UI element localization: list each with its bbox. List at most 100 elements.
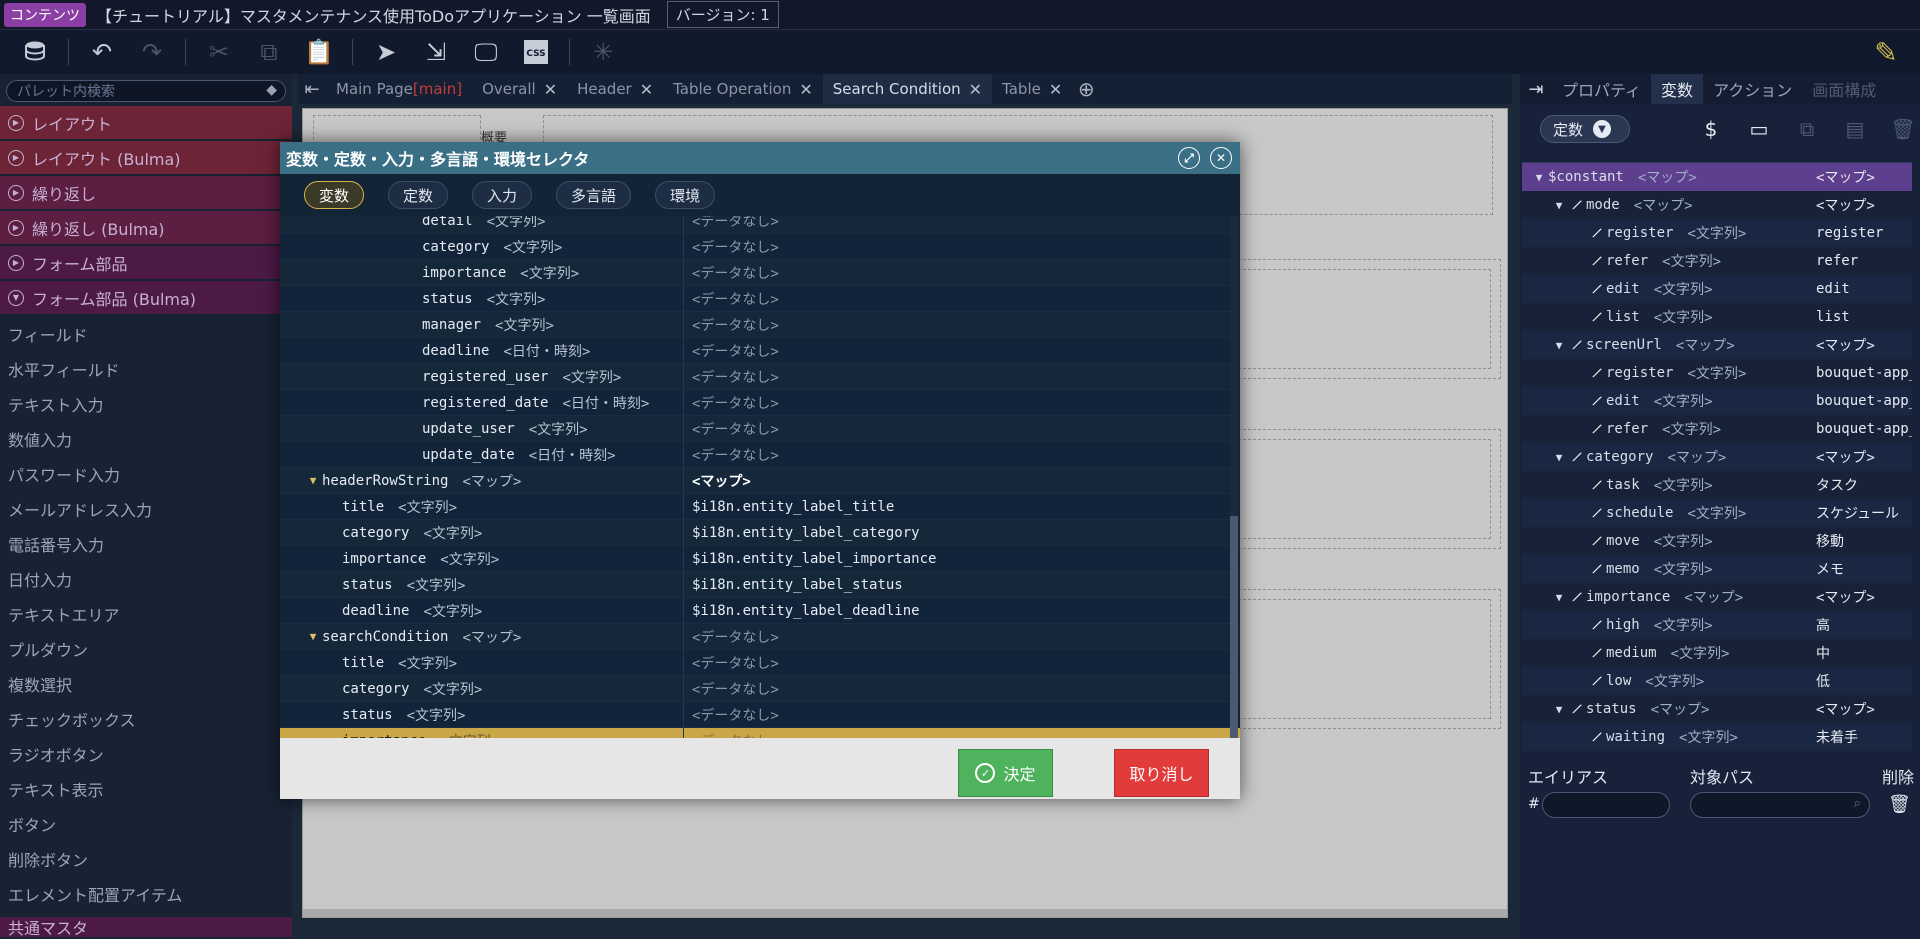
palette-item[interactable]: テキストエリア	[0, 596, 292, 631]
edit-icon[interactable]: /	[1586, 727, 1608, 747]
edit-pencil-icon[interactable]: ✎	[1868, 34, 1904, 70]
palette-item[interactable]: エレメント配置アイテム	[0, 876, 292, 911]
tree-row[interactable]: / medium <文字列> 中	[1522, 639, 1912, 667]
tree-row[interactable]: / memo <文字列> メモ	[1522, 555, 1912, 583]
add-tab-icon[interactable]: ⊕	[1072, 77, 1100, 101]
tree-row[interactable]: ▼ / importance <マップ> <マップ>	[1522, 583, 1912, 611]
dialog-list-row[interactable]: registered_date <日付・時刻> <データなし>	[280, 390, 1240, 416]
dialog-list-row[interactable]: ▼ headerRowString <マップ> <マップ>	[280, 468, 1240, 494]
dialog-tab-constants[interactable]: 定数	[388, 181, 449, 209]
edit-icon[interactable]: /	[1586, 419, 1608, 439]
sparkle-icon[interactable]: ✳	[586, 35, 620, 69]
pointer-icon[interactable]: ➤	[369, 35, 403, 69]
tab-actions[interactable]: アクション	[1703, 74, 1802, 104]
ok-button[interactable]: ✓ 決定	[958, 749, 1053, 797]
dialog-list-row[interactable]: importance <文字列> <データなし>	[280, 260, 1240, 286]
copy-variable-icon[interactable]: ⧉	[1792, 114, 1822, 144]
dialog-list-row[interactable]: status <文字列> <データなし>	[280, 286, 1240, 312]
palette-item[interactable]: 削除ボタン	[0, 841, 292, 876]
palette-item[interactable]: パスワード入力	[0, 456, 292, 491]
palette-item[interactable]: 水平フィールド	[0, 351, 292, 386]
tab-table-operation[interactable]: Table Operation ✕	[663, 74, 823, 104]
undo-icon[interactable]: ↶	[85, 35, 119, 69]
tree-row[interactable]: ▼ / mode <マップ> <マップ>	[1522, 191, 1912, 219]
edit-icon[interactable]: /	[1586, 475, 1608, 495]
palette-item[interactable]: フィールド	[0, 316, 292, 351]
maximize-icon[interactable]: ⤢	[1178, 147, 1200, 169]
tab-main-page[interactable]: Main Page[main]	[326, 74, 472, 104]
palette-category[interactable]: 共通マスタ	[0, 917, 292, 938]
edit-icon[interactable]: /	[1566, 447, 1588, 467]
palette-item[interactable]: 日付入力	[0, 561, 292, 596]
dialog-list-row[interactable]: title <文字列> <データなし>	[280, 650, 1240, 676]
collapse-panel-icon[interactable]: ⇥	[1520, 79, 1552, 100]
edit-icon[interactable]: /	[1586, 503, 1608, 523]
dialog-list-row[interactable]: category <文字列> <データなし>	[280, 234, 1240, 260]
expand-toggle-icon[interactable]: ▼	[1530, 171, 1548, 184]
palette-item[interactable]: 数値入力	[0, 421, 292, 456]
edit-icon[interactable]: /	[1586, 363, 1608, 383]
edit-icon[interactable]: /	[1586, 559, 1608, 579]
dialog-list-row[interactable]: category <文字列> <データなし>	[280, 676, 1240, 702]
close-icon[interactable]: ✕	[1210, 147, 1232, 169]
tree-row[interactable]: / low <文字列> 低	[1522, 667, 1912, 695]
path-input[interactable]: ⌕	[1690, 792, 1870, 818]
edit-icon[interactable]: /	[1566, 335, 1588, 355]
cut-icon[interactable]: ✂	[202, 35, 236, 69]
add-variable-icon[interactable]: $	[1696, 114, 1726, 144]
close-icon[interactable]: ✕	[1049, 80, 1062, 99]
palette-item[interactable]: テキスト入力	[0, 386, 292, 421]
palette-item[interactable]: ラジオボタン	[0, 736, 292, 771]
tree-row[interactable]: ▼ $constant <マップ> <マップ>	[1522, 163, 1912, 191]
dialog-list-row[interactable]: category <文字列> $i18n.entity_label_category	[280, 520, 1240, 546]
palette-item[interactable]: チェックボックス	[0, 701, 292, 736]
dialog-list-row[interactable]: status <文字列> <データなし>	[280, 702, 1240, 728]
edit-icon[interactable]: /	[1586, 671, 1608, 691]
dialog-tab-variables[interactable]: 変数	[304, 181, 365, 209]
variable-scope-select[interactable]: 定数 ▼	[1540, 115, 1630, 143]
tree-row[interactable]: / edit <文字列> bouquet-app_	[1522, 387, 1912, 415]
dialog-list-row[interactable]: update_user <文字列> <データなし>	[280, 416, 1240, 442]
tree-row[interactable]: ▼ / screenUrl <マップ> <マップ>	[1522, 331, 1912, 359]
palette-search-input[interactable]: パレット内検索 ◆	[6, 80, 286, 102]
dialog-list-row[interactable]: title <文字列> $i18n.entity_label_title	[280, 494, 1240, 520]
tab-variables[interactable]: 変数	[1651, 74, 1704, 104]
palette-item[interactable]: ボタン	[0, 806, 292, 841]
tab-overall[interactable]: Overall ✕	[472, 74, 567, 104]
flow-icon[interactable]: ⇲	[419, 35, 453, 69]
dialog-list-row[interactable]: importance <文字列> $i18n.entity_label_import…	[280, 546, 1240, 572]
tree-row[interactable]: / task <文字列> タスク	[1522, 471, 1912, 499]
redo-icon[interactable]: ↷	[135, 35, 169, 69]
monitor-icon[interactable]: 🖵	[469, 35, 503, 69]
tree-row[interactable]: ▼ / category <マップ> <マップ>	[1522, 443, 1912, 471]
edit-icon[interactable]: /	[1566, 587, 1588, 607]
add-card-icon[interactable]: ▭	[1744, 114, 1774, 144]
edit-icon[interactable]: /	[1586, 615, 1608, 635]
eraser-icon[interactable]: ◆	[266, 82, 277, 98]
palette-item[interactable]: 電話番号入力	[0, 526, 292, 561]
tree-row[interactable]: / refer <文字列> refer	[1522, 247, 1912, 275]
tree-row[interactable]: / refer <文字列> bouquet-app_	[1522, 415, 1912, 443]
palette-category[interactable]: ▶ レイアウト (Bulma)	[0, 141, 292, 174]
dialog-list-row[interactable]: deadline <文字列> $i18n.entity_label_deadline	[280, 598, 1240, 624]
edit-icon[interactable]: /	[1586, 251, 1608, 271]
database-icon[interactable]	[18, 35, 52, 69]
palette-item[interactable]: テキスト表示	[0, 771, 292, 806]
palette-category[interactable]: ▶ 繰り返し	[0, 176, 292, 209]
close-icon[interactable]: ✕	[640, 80, 653, 99]
tab-header[interactable]: Header ✕	[567, 74, 663, 104]
palette-item[interactable]: メールアドレス入力	[0, 491, 292, 526]
tree-row[interactable]: / register <文字列> register	[1522, 219, 1912, 247]
copy-icon[interactable]: ⧉	[252, 35, 286, 69]
tab-screen-structure[interactable]: 画面構成	[1802, 74, 1886, 104]
edit-icon[interactable]: /	[1586, 391, 1608, 411]
dialog-list-row[interactable]: detail <文字列> <データなし>	[280, 216, 1240, 234]
tree-row[interactable]: / waiting <文字列> 未着手	[1522, 723, 1912, 751]
dialog-list-row[interactable]: ▼ searchCondition <マップ> <データなし>	[280, 624, 1240, 650]
edit-icon[interactable]: /	[1586, 223, 1608, 243]
edit-icon[interactable]: /	[1566, 699, 1588, 719]
tree-row[interactable]: / schedule <文字列> スケジュール	[1522, 499, 1912, 527]
cancel-button[interactable]: 取り消し	[1114, 749, 1209, 797]
edit-icon[interactable]: /	[1586, 279, 1608, 299]
edit-icon[interactable]: /	[1586, 307, 1608, 327]
